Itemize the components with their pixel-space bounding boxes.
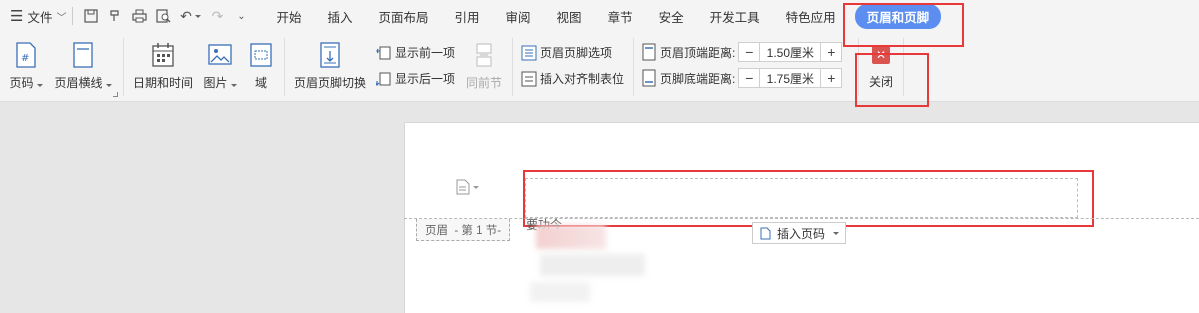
header-insert-icon[interactable] (456, 179, 479, 195)
file-menu[interactable]: ☰ 文件 ﹀ (0, 0, 66, 32)
page-number-icon (760, 227, 771, 239)
header-section-tag: 页眉 - 第 1 节- (416, 219, 511, 241)
ribbon-separator (512, 38, 513, 96)
blurred-content (536, 225, 606, 249)
footer-bottom-stepper[interactable]: − 1.75厘米 + (738, 68, 843, 88)
print-icon[interactable] (127, 4, 151, 28)
footer-bottom-value[interactable]: 1.75厘米 (759, 69, 822, 87)
blurred-content (540, 254, 645, 276)
highlight-box-close (855, 53, 929, 107)
footer-bottom-icon (642, 69, 656, 87)
dropdown-caret-icon (36, 84, 43, 87)
page-number-button[interactable]: # 页码 (8, 42, 44, 91)
tab-section[interactable]: 章节 (595, 0, 646, 32)
chevron-down-icon: ﹀ (56, 12, 67, 24)
footer-bottom-distance: 页脚底端距离: − 1.75厘米 + (641, 68, 843, 88)
ribbon-separator (284, 38, 285, 96)
ribbon-separator (633, 38, 634, 96)
decrement-button[interactable]: − (739, 69, 759, 87)
header-boundary-line (404, 218, 1199, 219)
save-icon[interactable] (79, 4, 103, 28)
menu-bar: ☰ 文件 ﹀ ↶ ↷ ⌄ 开始 插入 页面布局 引用 审阅 视图 章节 安全 开… (0, 0, 1199, 32)
header-line-icon (73, 42, 93, 68)
options-icon (521, 45, 537, 60)
tab-references[interactable]: 引用 (442, 0, 493, 32)
page-number-icon: # (16, 42, 36, 68)
increment-button[interactable]: + (821, 43, 841, 61)
tab-review[interactable]: 审阅 (493, 0, 544, 32)
quick-access-toolbar: ↶ ↷ ⌄ (79, 0, 253, 32)
menu-divider (72, 7, 74, 25)
show-previous-button[interactable]: 显示前一项 (376, 44, 455, 61)
picture-icon (208, 44, 232, 65)
same-as-previous-button[interactable]: 同前节 (464, 42, 504, 91)
show-previous-icon (376, 46, 391, 59)
highlight-box-tab (843, 3, 964, 47)
header-line-button[interactable]: 页眉横线 (54, 42, 112, 91)
ribbon-header-footer: # 页码 页眉横线 日期和时间 图片 域 页眉页脚切换 显示前一项 显示后一项 (0, 32, 1199, 102)
tab-page-layout[interactable]: 页面布局 (366, 0, 442, 32)
redo-icon[interactable]: ↷ (205, 4, 229, 28)
show-next-icon (376, 72, 391, 86)
tab-security[interactable]: 安全 (646, 0, 697, 32)
link-to-previous-icon (476, 43, 492, 67)
file-menu-label: 文件 (27, 10, 53, 25)
header-top-value[interactable]: 1.50厘米 (759, 43, 822, 61)
increment-button[interactable]: + (821, 69, 841, 87)
customize-toolbar-icon[interactable]: ⌄ (229, 4, 253, 28)
header-top-distance: 页眉顶端距离: − 1.50厘米 + (641, 42, 843, 62)
hamburger-icon: ☰ (10, 8, 24, 25)
tab-insert[interactable]: 插入 (314, 0, 365, 32)
group-expand-icon[interactable] (113, 92, 118, 97)
insert-align-tab-button[interactable]: 插入对齐制表位 (521, 70, 624, 87)
blurred-content (530, 282, 590, 302)
print-preview-icon[interactable] (151, 4, 175, 28)
decrement-button[interactable]: − (739, 43, 759, 61)
ribbon-separator (123, 38, 124, 96)
tab-view[interactable]: 视图 (544, 0, 595, 32)
dropdown-caret-icon (230, 84, 237, 87)
show-next-button[interactable]: 显示后一项 (376, 70, 455, 87)
date-time-button[interactable]: 日期和时间 (131, 42, 195, 91)
undo-icon[interactable]: ↶ (175, 4, 205, 28)
switch-header-footer-icon (320, 42, 340, 68)
field-button[interactable]: 域 (246, 42, 276, 91)
dropdown-caret-icon (473, 185, 479, 189)
switch-header-footer-button[interactable]: 页眉页脚切换 (291, 42, 369, 91)
tab-developer[interactable]: 开发工具 (697, 0, 773, 32)
dropdown-caret-icon (105, 84, 112, 87)
header-footer-options-button[interactable]: 页眉页脚选项 (521, 44, 612, 61)
header-top-stepper[interactable]: − 1.50厘米 + (738, 42, 843, 62)
tab-featured-apps[interactable]: 特色应用 (773, 0, 849, 32)
field-icon (250, 43, 272, 67)
calendar-icon (152, 43, 174, 67)
tab-home[interactable]: 开始 (263, 0, 314, 32)
align-tab-icon (521, 71, 537, 86)
insert-page-number-button[interactable]: 插入页码 (752, 222, 847, 244)
header-top-icon (642, 43, 656, 61)
svg-text:#: # (21, 53, 29, 64)
picture-button[interactable]: 图片 (202, 42, 238, 91)
dropdown-caret-icon (833, 231, 840, 235)
format-painter-icon[interactable] (103, 4, 127, 28)
